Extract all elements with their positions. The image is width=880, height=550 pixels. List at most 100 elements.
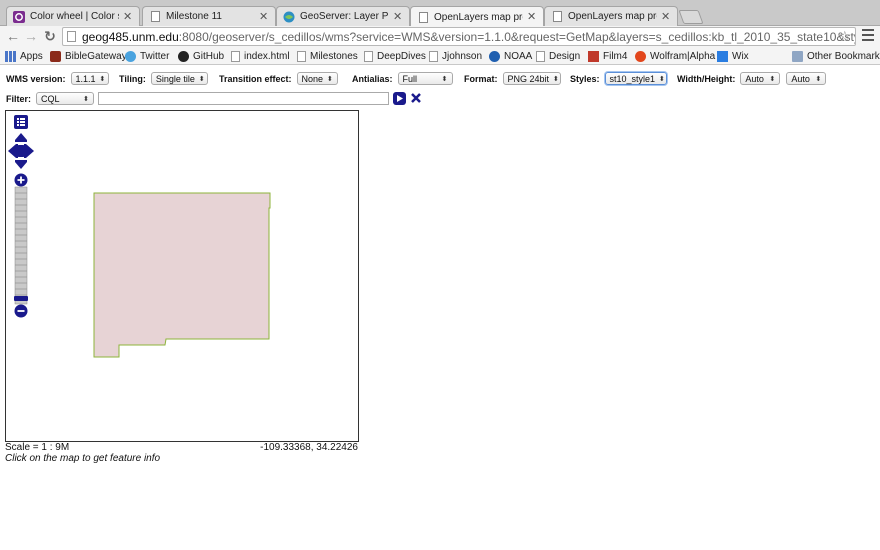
- tab-color-wheel[interactable]: Color wheel | Color scheme ✕: [6, 6, 140, 26]
- pan-up-icon: [15, 133, 27, 142]
- browser-toolbar: ← → ↻ geog485.unm.edu:8080/geoserver/s_c…: [0, 26, 880, 47]
- tab-title: OpenLayers map preview: [434, 11, 523, 23]
- wms-version-select[interactable]: 1.1.1 ⬍: [70, 72, 109, 85]
- select-arrows-icon: ⬍: [99, 75, 106, 83]
- bookmark-other-bookmarks[interactable]: Other Bookmarks: [792, 49, 880, 63]
- select-arrows-icon: ⬍: [659, 75, 665, 83]
- control-label: WMS version:: [6, 73, 66, 84]
- document-icon: [417, 11, 429, 23]
- document-icon: [231, 50, 240, 62]
- select-value: None: [301, 73, 324, 84]
- bookmark-star-icon[interactable]: ☆: [838, 28, 851, 45]
- bookmark-biblegateway[interactable]: BibleGateway: [50, 49, 127, 63]
- bookmark-github[interactable]: GitHub: [178, 49, 224, 63]
- back-arrow-icon[interactable]: ←: [5, 28, 21, 44]
- format-control: Format: PNG 24bit ⬍: [464, 72, 561, 85]
- bookmark-wolframalpha[interactable]: Wolfram|Alpha: [635, 49, 715, 63]
- transition-effect-select[interactable]: None ⬍: [296, 72, 338, 85]
- select-value: Auto: [745, 73, 764, 84]
- styles-control: Styles: st10_style1 ⬍: [570, 72, 667, 85]
- zoom-bar[interactable]: [14, 173, 28, 319]
- format-select[interactable]: PNG 24bit ⬍: [502, 72, 561, 85]
- page-icon: [67, 31, 76, 42]
- antialias-control: Antialias: Full ⬍: [352, 72, 453, 85]
- feature-info-hint: Click on the map to get feature info: [5, 453, 161, 464]
- bookmark-deepdives[interactable]: DeepDives: [364, 49, 426, 63]
- wms-version-control: WMS version: 1.1.1 ⬍: [6, 72, 109, 85]
- select-arrows-icon: ⬍: [83, 95, 90, 103]
- zoom-slider-handle: [14, 296, 28, 301]
- pan-right-icon: [24, 144, 34, 158]
- bookmark-milestones[interactable]: Milestones: [297, 49, 358, 63]
- pan-control[interactable]: [8, 133, 34, 169]
- filter-type-select[interactable]: CQL ⬍: [36, 92, 95, 105]
- bookmark-apps[interactable]: Apps: [5, 49, 43, 63]
- url-host: geog485.unm.edu: [82, 29, 179, 44]
- layer-switcher-icon[interactable]: [14, 115, 28, 129]
- state-polygon[interactable]: [93, 192, 271, 358]
- bookmark-noaa[interactable]: NOAA: [489, 49, 532, 63]
- select-arrows-icon: ⬍: [441, 75, 448, 83]
- tab-title: Color wheel | Color scheme: [30, 11, 119, 22]
- control-label: Transition effect:: [219, 73, 292, 84]
- tab-geoserver-layer-preview[interactable]: GeoServer: Layer Preview ✕: [276, 6, 410, 26]
- antialias-select[interactable]: Full ⬍: [397, 72, 453, 85]
- styles-select[interactable]: st10_style1 ⬍: [604, 72, 667, 85]
- bookmark-label: Apps: [20, 50, 43, 62]
- bookmark-jjohnson[interactable]: Jjohnson: [429, 49, 482, 63]
- bookmark-label: Wix: [732, 50, 749, 62]
- control-label: Styles:: [570, 73, 600, 84]
- bookmark-label: Other Bookmarks: [807, 50, 880, 62]
- reload-icon[interactable]: ↻: [42, 28, 58, 44]
- tiling-select[interactable]: Single tile ⬍: [150, 72, 208, 85]
- close-icon[interactable]: ✕: [393, 11, 403, 22]
- bookmark-label: DeepDives: [377, 50, 426, 62]
- bookmark-twitter[interactable]: Twitter: [125, 49, 169, 63]
- bookmark-label: index.html: [244, 50, 290, 62]
- bookmark-label: Milestones: [310, 50, 358, 62]
- bookmark-film4[interactable]: Film4: [588, 49, 627, 63]
- filter-toolbar: Filter: CQL ⬍: [6, 92, 436, 108]
- wms-options-toolbar: WMS version: 1.1.1 ⬍ Tiling: Single tile ⬍…: [6, 72, 876, 88]
- bookmark-index-html[interactable]: index.html: [231, 49, 290, 63]
- close-icon[interactable]: ✕: [123, 11, 133, 22]
- select-value: PNG 24bit: [507, 73, 550, 84]
- close-icon[interactable]: ✕: [661, 11, 671, 22]
- close-icon[interactable]: ✕: [527, 12, 537, 23]
- close-icon[interactable]: ✕: [259, 11, 269, 22]
- height-select[interactable]: Auto ⬍: [786, 72, 827, 85]
- bookmark-wix[interactable]: Wix: [717, 49, 749, 63]
- bookmark-design[interactable]: Design: [536, 49, 580, 63]
- tab-milestone-11[interactable]: Milestone 11 ✕: [142, 6, 276, 26]
- map-viewport[interactable]: [5, 110, 359, 442]
- document-icon: [297, 50, 306, 62]
- width-select[interactable]: Auto ⬍: [740, 72, 781, 85]
- bookmark-label: BibleGateway: [65, 50, 127, 62]
- new-tab-button[interactable]: [678, 10, 704, 24]
- hamburger-menu-icon[interactable]: [862, 29, 874, 43]
- noaa-icon: [489, 50, 500, 62]
- forward-arrow-icon[interactable]: →: [23, 28, 39, 44]
- bookmark-label: NOAA: [504, 50, 533, 62]
- document-icon: [149, 11, 161, 23]
- tab-openlayers-preview-active[interactable]: OpenLayers map preview ✕: [410, 6, 544, 27]
- geoserver-icon: [283, 11, 295, 23]
- bookmarks-bar: Apps BibleGateway Twitter GitHub index.h…: [0, 47, 880, 65]
- filter-text-input[interactable]: [98, 92, 389, 105]
- film4-icon: [588, 50, 599, 62]
- control-label: Tiling:: [119, 73, 146, 84]
- bookmark-label: Jjohnson: [442, 50, 483, 62]
- bookmark-label: Design: [549, 50, 581, 62]
- select-value: Single tile: [155, 73, 195, 84]
- bookmark-label: Twitter: [140, 50, 170, 62]
- address-bar[interactable]: geog485.unm.edu:8080/geoserver/s_cedillo…: [62, 27, 856, 46]
- tab-openlayers-preview[interactable]: OpenLayers map preview ✕: [544, 6, 678, 26]
- control-label: Filter:: [6, 93, 32, 104]
- select-arrows-icon: ⬍: [815, 75, 822, 83]
- select-arrows-icon: ⬍: [769, 75, 776, 83]
- filter-control: Filter: CQL ⬍: [6, 92, 95, 105]
- reset-filter-icon[interactable]: [410, 92, 422, 105]
- control-label: Width/Height:: [677, 73, 736, 84]
- apply-filter-icon[interactable]: [393, 92, 406, 105]
- github-icon: [178, 50, 189, 62]
